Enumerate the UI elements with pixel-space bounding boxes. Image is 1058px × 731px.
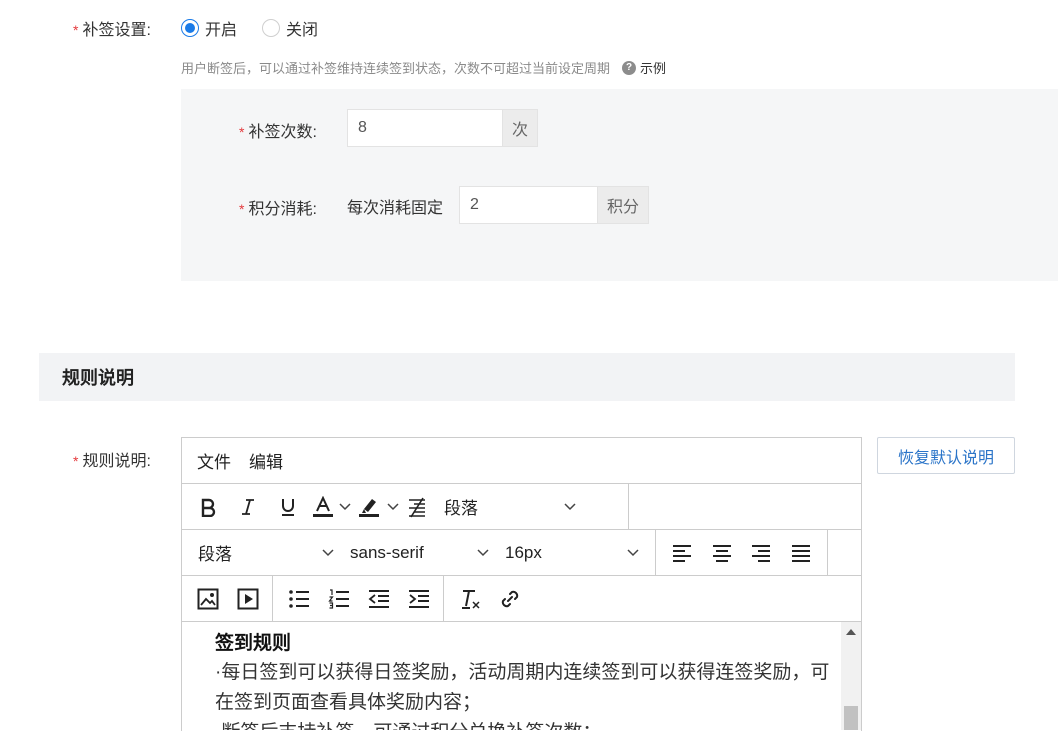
radio-enable[interactable]: 开启 (181, 16, 237, 40)
editor-content-area[interactable]: 签到规则 ·每日签到可以获得日签奖励，活动周期内连续签到可以获得连签奖励，可在签… (182, 622, 861, 730)
rules-field-label-text: 规则说明: (82, 453, 151, 470)
required-asterisk: * (73, 22, 79, 38)
font-family-select[interactable]: sans-serif (340, 533, 495, 573)
font-size-value: 16px (505, 542, 542, 562)
font-size-select[interactable]: 16px (495, 533, 645, 573)
content-paragraph: ·每日签到可以获得日签奖励，活动周期内连续签到可以获得连签奖励，可在签到页面查看… (215, 662, 830, 713)
supplement-hint-text: 用户断签后，可以通过补签维持连续签到状态，次数不可超过当前设定周期 (181, 61, 611, 76)
required-asterisk: * (239, 201, 245, 217)
supplement-label: * 补签设置: (73, 16, 151, 40)
toolbar-misc-group (444, 576, 534, 621)
paragraph-select[interactable]: 段落 (188, 533, 340, 573)
scrollbar-thumb[interactable] (844, 706, 858, 730)
supplement-count-unit: 次 (502, 109, 539, 147)
points-cost-unit: 积分 (597, 186, 650, 224)
supplement-count-field: 8 次 (347, 109, 539, 147)
align-justify-icon[interactable] (781, 533, 821, 573)
supplement-count-input[interactable]: 8 (347, 109, 502, 147)
block-format-value: 段落 (444, 499, 478, 518)
scroll-up-icon[interactable] (846, 629, 856, 635)
link-icon[interactable] (490, 579, 530, 619)
highlight-icon[interactable] (352, 487, 386, 527)
editor-scrollbar[interactable] (841, 622, 861, 730)
editor-content[interactable]: 签到规则 ·每日签到可以获得日签奖励，活动周期内连续签到可以获得连签奖励，可在签… (215, 630, 835, 730)
menu-edit[interactable]: 编辑 (249, 448, 283, 473)
align-left-icon[interactable] (662, 533, 702, 573)
block-format-select[interactable]: 段落 (434, 487, 582, 527)
radio-enable-label[interactable]: 开启 (205, 16, 237, 40)
supplement-hint: 用户断签后，可以通过补签维持连续签到状态，次数不可超过当前设定周期 ? 示例 (181, 58, 666, 77)
required-asterisk: * (73, 453, 79, 469)
toolbar-media-group (182, 576, 273, 621)
points-cost-label: * 积分消耗: (239, 195, 317, 219)
editor-menubar: 文件 编辑 (182, 438, 861, 484)
points-cost-field: 2 积分 (459, 186, 650, 224)
radio-enable-indicator[interactable] (181, 19, 199, 37)
rules-section-title: 规则说明 (62, 368, 134, 388)
toolbar-row-3 (182, 576, 861, 622)
chevron-down-icon[interactable] (386, 487, 400, 527)
image-icon[interactable] (188, 579, 228, 619)
paragraph-value: 段落 (198, 545, 232, 564)
toolbar-list-group (273, 576, 444, 621)
outdent-icon[interactable] (359, 579, 399, 619)
question-icon[interactable]: ? (622, 60, 637, 75)
supplement-label-text: 补签设置: (82, 22, 151, 39)
strikethrough-icon[interactable] (400, 487, 434, 527)
menu-file[interactable]: 文件 (197, 448, 231, 473)
bullet-list-icon[interactable] (279, 579, 319, 619)
clear-format-icon[interactable] (450, 579, 490, 619)
chevron-down-icon[interactable] (338, 487, 352, 527)
radio-disable-label[interactable]: 关闭 (286, 16, 318, 40)
points-cost-input[interactable]: 2 (459, 186, 597, 224)
indent-icon[interactable] (399, 579, 439, 619)
rules-field-label: * 规则说明: (73, 447, 151, 471)
toolbar-text-group: 段落 (182, 484, 629, 529)
numbered-list-icon[interactable] (319, 579, 359, 619)
align-center-icon[interactable] (702, 533, 742, 573)
italic-icon[interactable] (228, 487, 268, 527)
text-color-icon[interactable] (308, 487, 338, 527)
video-icon[interactable] (228, 579, 268, 619)
content-title: 签到规则 (215, 633, 292, 654)
reset-default-button[interactable]: 恢复默认说明 (877, 437, 1015, 474)
example-link[interactable]: 示例 (640, 58, 666, 77)
radio-disable[interactable]: 关闭 (262, 16, 318, 40)
chevron-down-icon (322, 548, 334, 557)
toolbar-format-group: 段落 sans-serif 16px (182, 530, 656, 575)
underline-icon[interactable] (268, 487, 308, 527)
required-asterisk: * (239, 124, 245, 140)
align-right-icon[interactable] (742, 533, 782, 573)
supplement-count-label: * 补签次数: (239, 118, 317, 142)
bold-icon[interactable] (188, 487, 228, 527)
content-paragraph: ·断签后支持补签，可通过积分兑换补签次数； (215, 718, 835, 730)
toolbar-row-2: 段落 sans-serif 16px (182, 530, 861, 576)
chevron-down-icon (627, 548, 639, 557)
toolbar-align-group (656, 530, 828, 575)
rules-section-header: 规则说明 (39, 353, 1015, 401)
rich-text-editor: 文件 编辑 段落 段落 sans-serif 16px 签到规则 ·每日签到可以… (181, 437, 862, 731)
font-family-value: sans-serif (350, 542, 424, 562)
chevron-down-icon (564, 502, 576, 511)
points-cost-label-text: 积分消耗: (248, 201, 317, 218)
supplement-count-label-text: 补签次数: (248, 124, 317, 141)
toolbar-row-1: 段落 (182, 484, 861, 530)
radio-disable-indicator[interactable] (262, 19, 280, 37)
chevron-down-icon (477, 548, 489, 557)
points-cost-prefix: 每次消耗固定 (347, 200, 444, 217)
